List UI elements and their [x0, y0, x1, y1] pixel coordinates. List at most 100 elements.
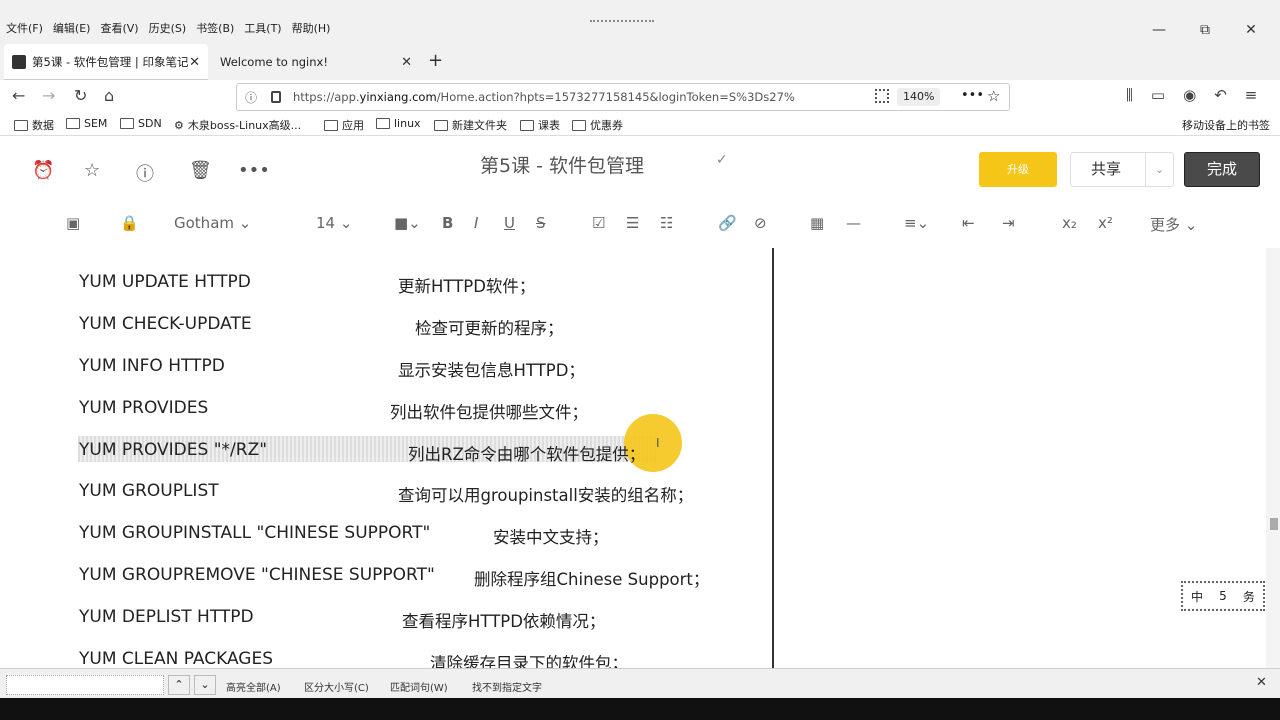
italic-icon[interactable]: I	[474, 214, 478, 232]
close-tab-icon[interactable]: ✕	[189, 55, 200, 70]
font-size-select[interactable]: 14 ⌄	[316, 214, 352, 232]
scrollbar-thumb[interactable]	[1270, 518, 1278, 530]
bold-icon[interactable]: B	[442, 214, 453, 232]
superscript-icon[interactable]: x²	[1098, 214, 1113, 232]
minimize-button[interactable]: —	[1136, 22, 1182, 38]
numbered-list-icon[interactable]: ☷	[660, 214, 673, 232]
align-icon[interactable]: ≡⌄	[904, 214, 929, 232]
upgrade-button[interactable]: 升级	[979, 152, 1057, 187]
tab-evernote[interactable]: 第5课 - 软件包管理 | 印象笔记 ✕	[4, 44, 208, 80]
bookmark-folder[interactable]: 新建文件夹	[434, 117, 507, 133]
info-icon[interactable]: ⓘ	[136, 160, 154, 186]
command-text[interactable]: YUM DEPLIST HTTPD	[79, 607, 254, 627]
bullet-list-icon[interactable]: ☰	[626, 214, 639, 232]
bookmark-folder[interactable]: 课表	[520, 117, 560, 133]
sidebar-icon[interactable]: ▭	[1151, 86, 1165, 104]
underline-icon[interactable]: U	[504, 214, 515, 232]
subscript-icon[interactable]: x₂	[1062, 214, 1077, 232]
encrypt-icon[interactable]: 🔒	[120, 214, 139, 232]
address-bar[interactable]: ⓘ https://app.yinxiang.com/Home.action?h…	[236, 83, 1010, 111]
bookmark-folder[interactable]: linux	[376, 117, 421, 130]
trash-icon[interactable]: 🗑	[189, 160, 212, 181]
description-text[interactable]: 检查可更新的程序；	[415, 315, 564, 339]
bookmark-folder[interactable]: SEM	[66, 117, 107, 130]
zoom-level[interactable]: 140%	[897, 88, 941, 106]
mobile-bookmarks[interactable]: 移动设备上的书签	[1182, 117, 1270, 133]
command-text[interactable]: YUM PROVIDES "*/RZ"	[79, 440, 267, 460]
menu-view[interactable]: 查看(V)	[100, 20, 138, 36]
scrollbar[interactable]	[1266, 248, 1280, 668]
back-arrow-icon[interactable]: ←	[12, 86, 25, 105]
note-title[interactable]: 第5课 - 软件包管理	[480, 151, 644, 178]
done-button[interactable]: 完成	[1184, 152, 1260, 187]
command-text[interactable]: YUM GROUPLIST	[79, 481, 219, 501]
reload-icon[interactable]: ↻	[74, 86, 87, 105]
new-tab-icon[interactable]: +	[428, 50, 443, 71]
indent-icon[interactable]: ⇥	[1002, 214, 1015, 232]
share-dropdown-icon[interactable]: ⌄	[1145, 153, 1173, 186]
description-text[interactable]: 更新HTTPD软件；	[398, 273, 535, 297]
bookmark-star-icon[interactable]: ☆	[987, 87, 1000, 105]
command-text[interactable]: YUM CLEAN PACKAGES	[79, 649, 273, 668]
menu-bookmarks[interactable]: 书签(B)	[196, 20, 234, 36]
bookmark-folder[interactable]: 数据	[14, 117, 54, 133]
command-text[interactable]: YUM PROVIDES	[79, 398, 208, 418]
account-icon[interactable]: ◉	[1183, 86, 1196, 104]
attachment-icon[interactable]: ▣	[66, 214, 80, 232]
command-text[interactable]: YUM GROUPREMOVE "CHINESE SUPPORT"	[79, 565, 435, 585]
command-text[interactable]: YUM UPDATE HTTPD	[79, 272, 251, 292]
strikethrough-icon[interactable]: S	[536, 214, 546, 232]
bookmark-folder[interactable]: SDN	[120, 117, 162, 130]
text-color-icon[interactable]: ■⌄	[394, 214, 421, 232]
description-text[interactable]: 列出软件包提供哪些文件；	[390, 399, 588, 423]
menu-edit[interactable]: 编辑(E)	[53, 20, 91, 36]
description-text[interactable]: 安装中文支持；	[493, 524, 609, 548]
forward-arrow-icon[interactable]: →	[42, 86, 55, 105]
description-text[interactable]: 清除缓存目录下的软件包；	[430, 650, 628, 668]
tab-nginx[interactable]: Welcome to nginx! ✕	[212, 44, 420, 80]
checkbox-icon[interactable]: ☑	[592, 214, 605, 232]
command-text[interactable]: YUM INFO HTTPD	[79, 356, 225, 376]
menu-tools[interactable]: 工具(T)	[244, 20, 281, 36]
library-icon[interactable]: ⫼	[1126, 86, 1133, 104]
bookmark-folder[interactable]: 应用	[324, 117, 364, 133]
more-options-icon[interactable]: •••	[238, 160, 270, 181]
whole-words-option[interactable]: 匹配词句(W)	[390, 679, 448, 694]
description-text[interactable]: 列出RZ命令由哪个软件包提供；	[408, 441, 645, 465]
menu-file[interactable]: 文件(F)	[6, 20, 43, 36]
qr-code-icon[interactable]	[875, 89, 889, 103]
home-icon[interactable]: ⌂	[104, 86, 114, 105]
find-next-icon[interactable]: ⌄	[194, 675, 216, 695]
command-text[interactable]: YUM CHECK-UPDATE	[79, 314, 252, 334]
drag-handle[interactable]	[590, 20, 654, 24]
undo-icon[interactable]: ↶	[1214, 86, 1227, 104]
share-button[interactable]: 共享 ⌄	[1070, 152, 1174, 187]
url-text[interactable]: https://app.yinxiang.com/Home.action?hpt…	[293, 90, 795, 104]
link-icon[interactable]: 🔗	[718, 214, 737, 232]
horizontal-rule-icon[interactable]: —	[846, 214, 861, 232]
bookmark-link[interactable]: ⚙ 木泉boss-Linux高级...	[174, 117, 301, 133]
font-family-select[interactable]: Gotham ⌄	[174, 214, 251, 232]
page-actions-icon[interactable]: •••	[961, 88, 984, 103]
info-icon[interactable]: ⓘ	[245, 89, 257, 106]
outdent-icon[interactable]: ⇤	[962, 214, 975, 232]
hamburger-menu-icon[interactable]: ≡	[1245, 86, 1258, 104]
more-format-button[interactable]: 更多 ⌄	[1150, 214, 1197, 235]
bookmark-folder[interactable]: 优惠券	[572, 117, 623, 133]
star-icon[interactable]: ☆	[84, 160, 100, 181]
highlight-all-option[interactable]: 高亮全部(A)	[226, 679, 281, 694]
note-editor[interactable]: I YUM UPDATE HTTPD 更新HTTPD软件； YUM CHECK-…	[0, 248, 1280, 668]
match-case-option[interactable]: 区分大小写(C)	[304, 679, 369, 694]
table-icon[interactable]: ▦	[810, 214, 824, 232]
alarm-icon[interactable]: ⏰	[32, 160, 54, 181]
menu-help[interactable]: 帮助(H)	[292, 20, 331, 36]
command-text[interactable]: YUM GROUPINSTALL "CHINESE SUPPORT"	[79, 523, 430, 543]
description-text[interactable]: 查看程序HTTPD依赖情况；	[402, 608, 605, 632]
find-previous-icon[interactable]: ⌃	[168, 675, 190, 695]
close-find-icon[interactable]: ✕	[1256, 675, 1267, 690]
menu-history[interactable]: 历史(S)	[149, 20, 187, 36]
close-window-button[interactable]: ✕	[1228, 22, 1274, 38]
description-text[interactable]: 显示安装包信息HTTPD；	[398, 357, 585, 381]
restore-button[interactable]: ⧉	[1182, 22, 1228, 38]
close-tab-icon[interactable]: ✕	[401, 55, 412, 70]
